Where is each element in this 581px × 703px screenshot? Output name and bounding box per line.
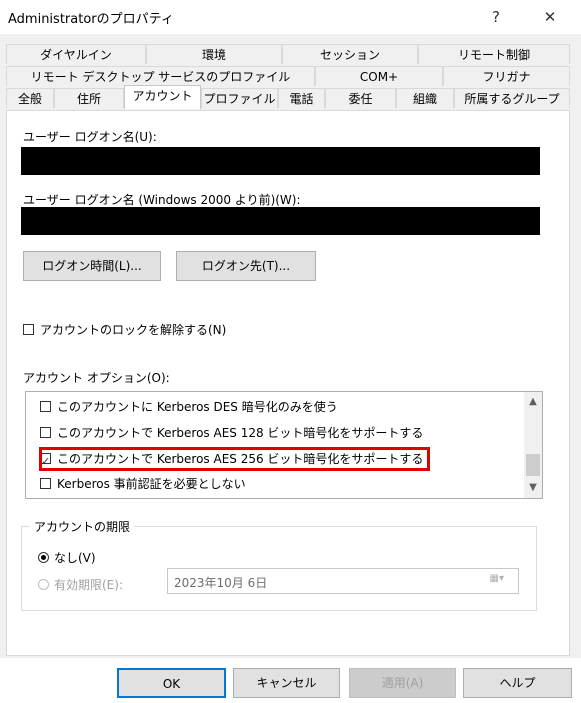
tab-dialin[interactable]: ダイヤルイン (6, 44, 146, 64)
close-button[interactable]: ✕ (530, 4, 570, 30)
list-item[interactable]: このアカウントで Kerberos AES 256 ビット暗号化をサポートする (40, 447, 423, 474)
tab-row-1: ダイヤルイン 環境 セッション リモート制御 (6, 44, 570, 64)
unlock-account-checkbox[interactable] (23, 324, 34, 335)
logon-hours-button[interactable]: ログオン時間(L)... (23, 251, 161, 281)
expiry-never-label: なし(V) (54, 551, 96, 565)
calendar-dropdown-icon[interactable]: ▦▾ (490, 573, 504, 584)
cancel-button[interactable]: キャンセル (233, 668, 340, 698)
expiry-date-value: 2023年10月 6日 (174, 576, 268, 590)
tab-rds-profile[interactable]: リモート デスクトップ サービスのプロファイル (6, 66, 315, 86)
logon-name-label: ユーザー ログオン名(U): (23, 130, 157, 144)
tab-furigana[interactable]: フリガナ (443, 66, 570, 86)
expiry-never-option[interactable]: なし(V) (38, 549, 96, 566)
list-item[interactable]: このアカウントで Kerberos AES 128 ビット暗号化をサポートする (40, 421, 423, 445)
expiry-date-picker[interactable]: 2023年10月 6日 ▦▾ (167, 568, 519, 594)
account-options-label: アカウント オプション(O): (23, 371, 170, 385)
expiry-end-of-label: 有効期限(E): (54, 578, 123, 592)
scroll-up-icon[interactable]: ▲ (524, 394, 542, 410)
tab-telephones[interactable]: 電話 (278, 88, 325, 108)
checkbox[interactable] (40, 478, 51, 489)
logon-to-button[interactable]: ログオン先(T)... (176, 251, 316, 281)
scroll-down-icon[interactable]: ▼ (524, 480, 542, 496)
tab-environment[interactable]: 環境 (146, 44, 282, 64)
tab-remote-control[interactable]: リモート制御 (418, 44, 570, 64)
list-item[interactable]: このアカウントに Kerberos DES 暗号化のみを使う (40, 395, 338, 419)
unlock-account-label: アカウントのロックを解除する(N) (40, 323, 227, 337)
tab-account[interactable]: アカウント (124, 85, 201, 109)
logon-name-pre2000-label: ユーザー ログオン名 (Windows 2000 より前)(W): (23, 193, 301, 207)
checkbox-checked[interactable] (40, 450, 51, 474)
title-bar: Administratorのプロパティ ? ✕ (0, 0, 581, 34)
account-expiry-group: アカウントの期限 なし(V) 有効期限(E): 2023年10月 6日 ▦▾ (21, 518, 537, 611)
tab-organization[interactable]: 組織 (396, 88, 454, 108)
logon-name-pre2000-field-redacted[interactable] (21, 207, 540, 235)
help-button[interactable]: ? (476, 4, 516, 30)
account-tab-panel: ユーザー ログオン名(U): ユーザー ログオン名 (Windows 2000 … (6, 110, 570, 656)
tab-row-3: 全般 住所 アカウント プロファイル 電話 委任 組織 所属するグループ (6, 85, 570, 109)
tab-delegation[interactable]: 委任 (325, 88, 396, 108)
help-footer-button[interactable]: ヘルプ (463, 668, 572, 698)
scroll-thumb[interactable] (526, 454, 540, 476)
checkbox[interactable] (40, 427, 51, 438)
apply-button[interactable]: 適用(A) (349, 668, 456, 698)
tab-com-plus[interactable]: COM+ (315, 66, 443, 86)
expiry-end-of-option[interactable]: 有効期限(E): (38, 576, 123, 593)
account-options-list[interactable]: このアカウントに Kerberos DES 暗号化のみを使う このアカウントで … (25, 391, 543, 499)
tab-address[interactable]: 住所 (54, 88, 124, 108)
unlock-account-option[interactable]: アカウントのロックを解除する(N) (23, 321, 226, 338)
list-scrollbar[interactable]: ▲ ▼ (524, 392, 542, 498)
list-item[interactable]: Kerberos 事前認証を必要としない (40, 472, 246, 496)
radio-selected[interactable] (38, 552, 49, 563)
logon-name-field-redacted[interactable] (21, 147, 540, 175)
tab-row-2: リモート デスクトップ サービスのプロファイル COM+ フリガナ (6, 66, 570, 86)
account-expiry-title: アカウントの期限 (30, 518, 135, 535)
radio-unselected[interactable] (38, 579, 49, 590)
window-title: Administratorのプロパティ (8, 12, 174, 27)
tab-sessions[interactable]: セッション (282, 44, 418, 64)
tab-member-of[interactable]: 所属するグループ (454, 88, 570, 108)
tab-general[interactable]: 全般 (6, 88, 54, 108)
checkbox[interactable] (40, 401, 51, 412)
ok-button[interactable]: OK (117, 668, 226, 698)
tab-profile[interactable]: プロファイル (201, 88, 278, 108)
